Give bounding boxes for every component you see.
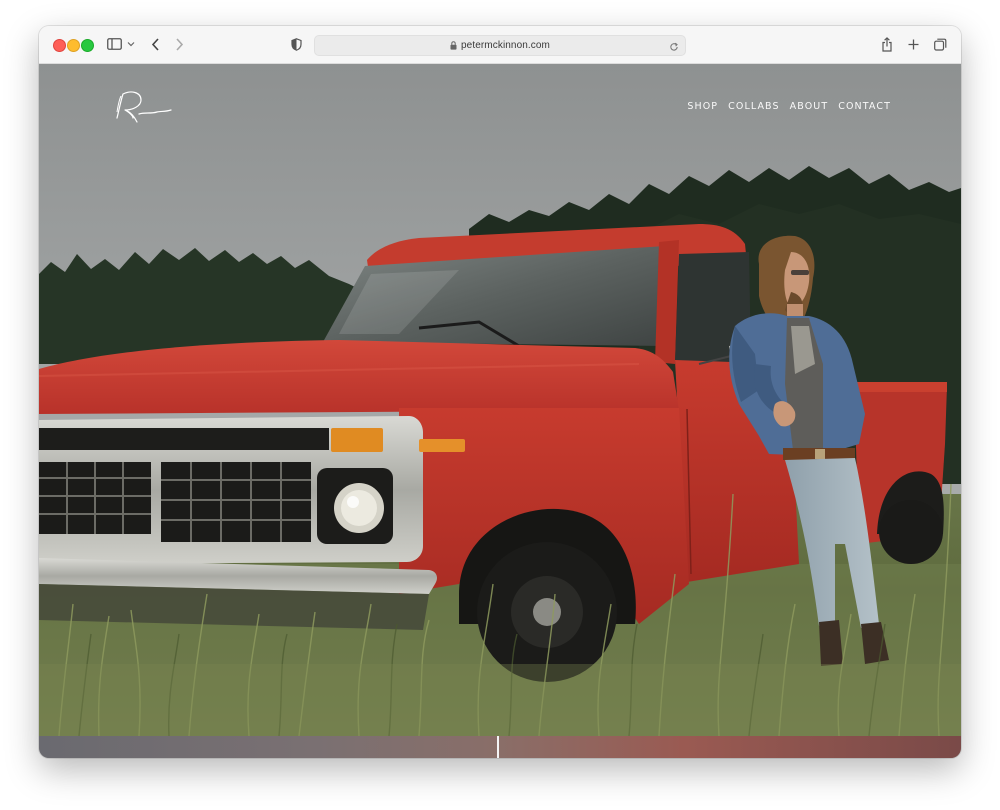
strip-divider: [497, 736, 499, 758]
hero-photo: [39, 64, 961, 736]
reload-icon[interactable]: [669, 39, 679, 57]
shield-icon[interactable]: [291, 35, 302, 53]
close-window-button[interactable]: [53, 39, 66, 52]
nav-collabs[interactable]: COLLABS: [728, 101, 780, 112]
new-tab-icon[interactable]: [908, 35, 919, 53]
web-page: SHOP COLLABS ABOUT CONTACT: [39, 64, 961, 758]
minimize-window-button[interactable]: [67, 39, 80, 52]
chevron-down-icon[interactable]: [127, 35, 135, 53]
main-nav: SHOP COLLABS ABOUT CONTACT: [687, 101, 891, 112]
back-icon[interactable]: [151, 35, 160, 53]
url-text: petermckinnon.com: [461, 40, 550, 51]
lock-icon: [450, 41, 457, 50]
browser-window: petermckinnon.com SHOP COLLABS ABOUT CON…: [39, 26, 961, 758]
share-icon[interactable]: [881, 35, 893, 53]
maximize-window-button[interactable]: [81, 39, 94, 52]
nav-about[interactable]: ABOUT: [790, 101, 829, 112]
address-bar[interactable]: petermckinnon.com: [314, 35, 686, 56]
browser-toolbar: petermckinnon.com: [39, 26, 961, 64]
sidebar-icon[interactable]: [107, 35, 122, 53]
next-section-preview: [39, 736, 961, 758]
tabs-overview-icon[interactable]: [934, 35, 947, 53]
nav-contact[interactable]: CONTACT: [838, 101, 891, 112]
nav-shop[interactable]: SHOP: [687, 101, 718, 112]
signature-logo[interactable]: [111, 88, 175, 128]
forward-icon[interactable]: [175, 35, 184, 53]
